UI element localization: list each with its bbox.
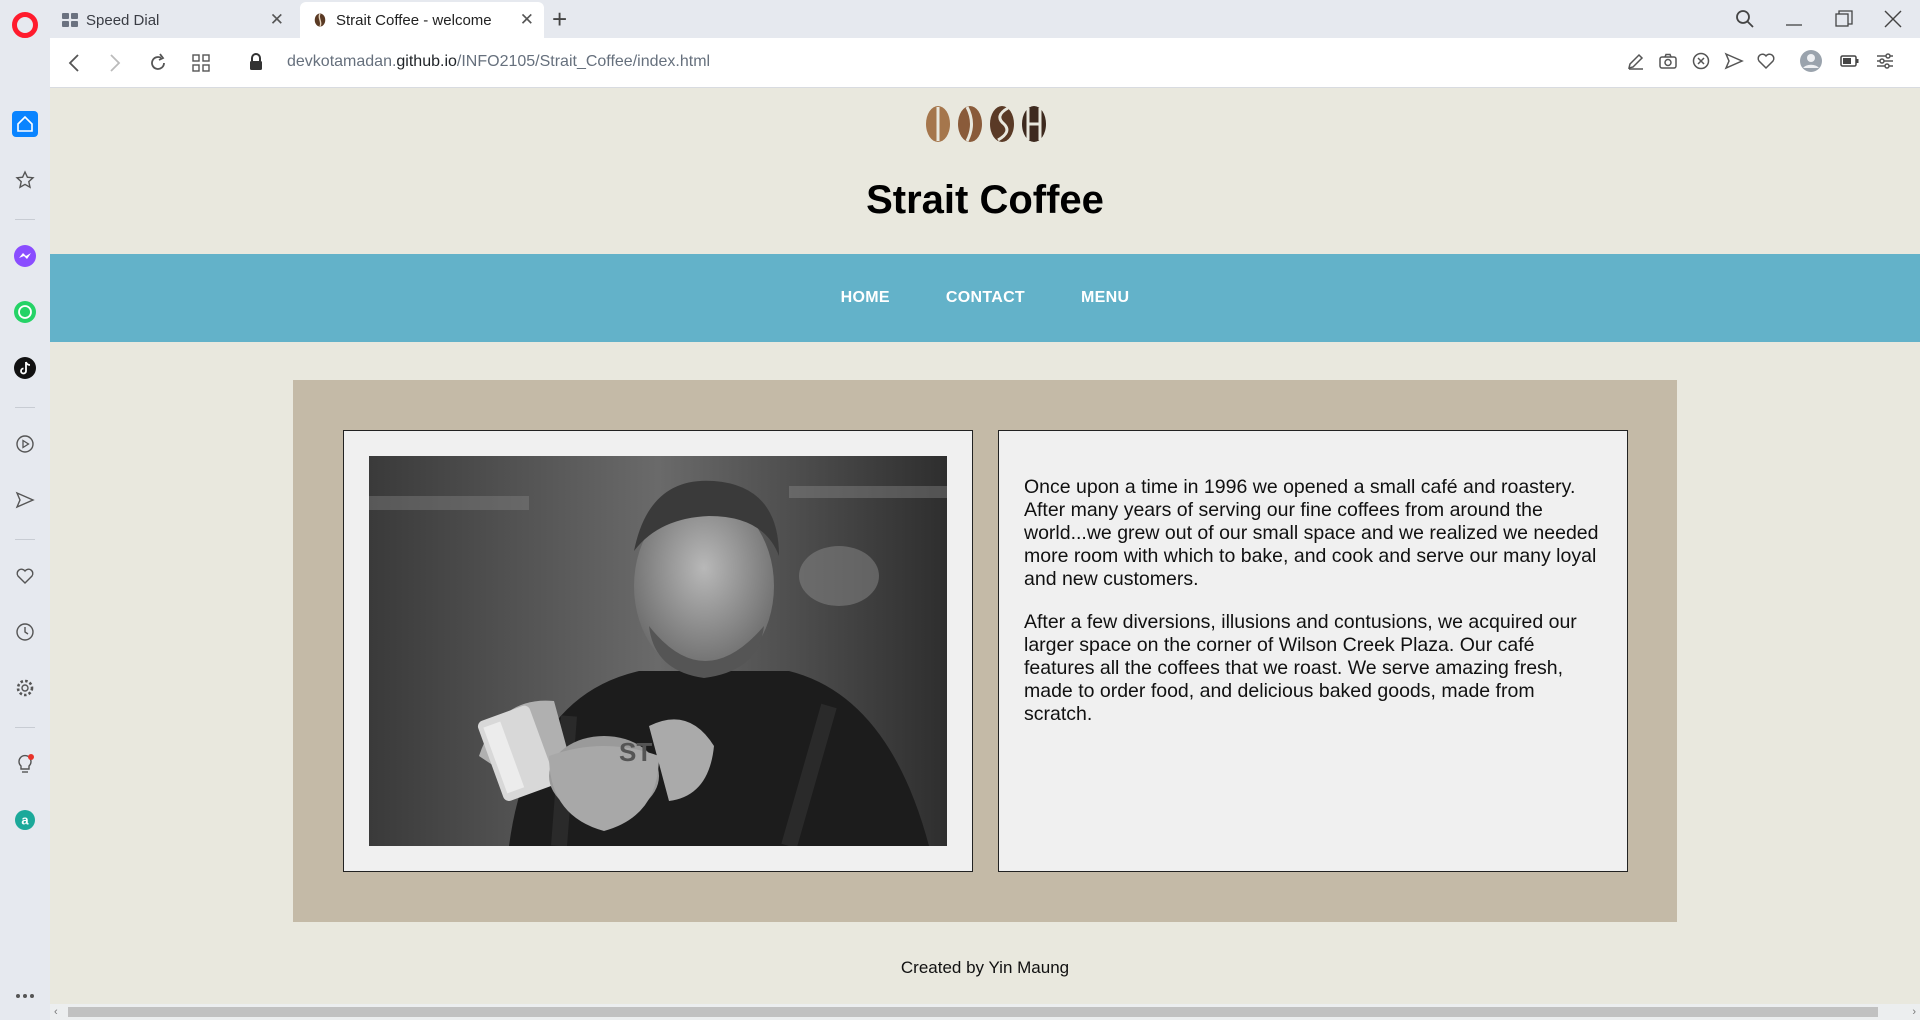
reload-icon[interactable] [148, 53, 168, 73]
send-icon[interactable] [1724, 51, 1744, 71]
player-icon[interactable] [12, 431, 38, 457]
search-tabs-icon[interactable] [1735, 9, 1755, 29]
browser-sidebar: a [0, 38, 50, 1020]
story-paragraph-2: After a few diversions, illusions and co… [1024, 611, 1577, 725]
edit-icon[interactable] [1626, 51, 1646, 71]
minimize-icon[interactable] [1785, 10, 1803, 28]
tab-strait-coffee[interactable]: Strait Coffee - welcome ✕ [300, 2, 544, 38]
messenger-icon[interactable] [12, 243, 38, 269]
barista-photo: ST [369, 456, 947, 846]
url-field[interactable]: devkotamadan.github.io/INFO2105/Strait_C… [287, 53, 710, 71]
main-content: ST Once upon a time in 1996 we opened a … [293, 380, 1677, 922]
horizontal-scrollbar[interactable]: ‹ › [50, 1004, 1920, 1020]
nav-contact-link[interactable]: CONTACT [946, 289, 1025, 307]
flow-icon[interactable] [12, 487, 38, 513]
url-path: /INFO2105/Strait_Coffee/index.html [456, 53, 711, 70]
bookmarks-icon[interactable] [12, 563, 38, 589]
story-card: Once upon a time in 1996 we opened a sma… [998, 430, 1628, 872]
close-window-icon[interactable] [1884, 10, 1902, 28]
adblock-icon[interactable] [1691, 51, 1711, 71]
close-tab-icon[interactable]: ✕ [270, 10, 284, 30]
url-domain: github.io [396, 53, 457, 70]
tab-bar: Speed Dial ✕ Strait Coffee - welcome ✕ + [0, 0, 1920, 38]
settings-icon[interactable] [12, 675, 38, 701]
photo-card: ST [343, 430, 973, 872]
speed-dial-icon[interactable] [12, 167, 38, 193]
history-icon[interactable] [12, 619, 38, 645]
page-footer: Created by Yin Maung [900, 958, 1070, 977]
camera-icon[interactable] [1658, 51, 1678, 71]
tabs-grid-icon[interactable] [192, 54, 210, 72]
aria-icon[interactable]: a [12, 807, 38, 833]
svg-text:a: a [21, 813, 29, 828]
speed-dial-tab-icon [62, 13, 78, 27]
main-nav: HOME CONTACT MENU [50, 254, 1920, 342]
address-bar: devkotamadan.github.io/INFO2105/Strait_C… [50, 38, 1920, 88]
back-icon[interactable] [67, 53, 81, 73]
heart-icon[interactable] [1756, 51, 1776, 71]
scroll-left-icon[interactable]: ‹ [54, 1004, 58, 1020]
easy-setup-icon[interactable] [1875, 51, 1895, 71]
whatsapp-icon[interactable] [12, 299, 38, 325]
close-tab-icon[interactable]: ✕ [520, 10, 534, 30]
battery-saver-icon[interactable] [1840, 51, 1860, 71]
opera-logo-icon[interactable] [12, 12, 38, 38]
scrollbar-thumb[interactable] [68, 1007, 1878, 1017]
site-title: Strait Coffee [866, 178, 1104, 222]
forward-icon[interactable] [108, 53, 122, 73]
nav-menu-link[interactable]: MENU [1081, 289, 1129, 307]
web-page: Strait Coffee HOME CONTACT MENU ST Once … [50, 88, 1920, 1004]
coffee-bean-icon [314, 13, 326, 27]
svg-text:ST: ST [619, 737, 652, 767]
url-prefix: devkotamadan. [287, 53, 397, 70]
story-paragraph-1: Once upon a time in 1996 we opened a sma… [1024, 476, 1599, 590]
tab-label: Speed Dial [86, 11, 160, 29]
tab-label: Strait Coffee - welcome [336, 11, 492, 29]
tiktok-icon[interactable] [12, 355, 38, 381]
coffee-beans-logo [926, 106, 1046, 142]
tips-icon[interactable] [12, 751, 38, 777]
restore-icon[interactable] [1835, 10, 1853, 28]
profile-avatar-icon[interactable] [1799, 49, 1823, 73]
nav-home-link[interactable]: HOME [841, 289, 890, 307]
new-tab-icon[interactable]: + [552, 4, 567, 34]
scroll-right-icon[interactable]: › [1912, 1004, 1916, 1020]
tab-speed-dial[interactable]: Speed Dial ✕ [50, 2, 294, 38]
home-icon[interactable] [12, 111, 38, 137]
more-icon[interactable] [12, 983, 38, 1009]
lock-icon[interactable] [248, 52, 264, 72]
